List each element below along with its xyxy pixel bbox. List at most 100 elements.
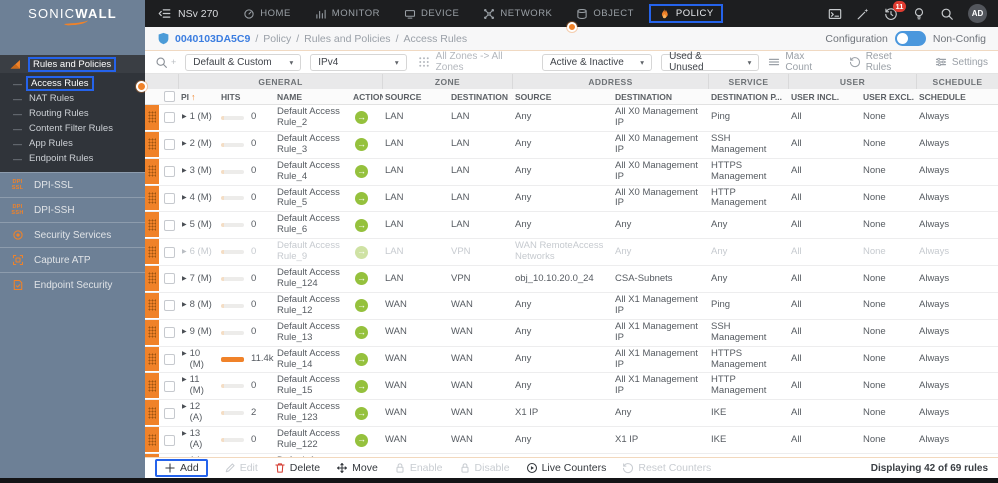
sidebar-item-security-services[interactable]: Security Services	[0, 222, 145, 247]
allow-action-icon[interactable]: →	[355, 191, 368, 205]
table-row[interactable]: ▶ 5 (M) 0 Default Access Rule_6 → LAN LAN Any An…	[145, 212, 998, 240]
nav-item-device[interactable]: DEVICE	[395, 5, 468, 23]
drag-handle[interactable]	[145, 185, 159, 212]
drag-handle[interactable]	[145, 158, 159, 185]
delete-button[interactable]: Delete	[274, 462, 320, 474]
column-header-schedule[interactable]: SCHEDULE	[917, 92, 998, 102]
drag-handle[interactable]	[145, 400, 159, 427]
table-row[interactable]: ▶ 10 (M) 11.4k Default Access Rule_14 → WAN WA…	[145, 346, 998, 374]
breadcrumb-part[interactable]: Rules and Policies	[304, 33, 390, 45]
expand-row-icon[interactable]: ▶	[182, 302, 187, 309]
sidebar-item-nat-rules[interactable]: — NAT Rules	[0, 91, 145, 106]
drag-handle[interactable]	[145, 131, 159, 158]
add-filter-icon[interactable]: +	[171, 57, 176, 67]
allow-action-icon[interactable]: →	[355, 433, 368, 447]
row-checkbox[interactable]	[163, 273, 175, 285]
row-checkbox[interactable]	[163, 192, 175, 204]
expand-row-icon[interactable]: ▶	[182, 168, 187, 175]
column-header-action[interactable]: ACTION	[351, 92, 383, 102]
zone-matrix-button[interactable]: All Zones -> All Zones	[416, 51, 533, 73]
column-header-name[interactable]: NAME	[275, 92, 351, 102]
state-filter-dropdown[interactable]: Active & Inactive ▾	[541, 53, 653, 71]
drag-handle[interactable]	[145, 239, 159, 266]
column-header-destination[interactable]: DESTINATION	[449, 92, 513, 102]
max-count-button[interactable]: Max Count	[768, 51, 831, 73]
allow-action-icon[interactable]: →	[355, 299, 368, 313]
allow-action-icon[interactable]: →	[355, 406, 368, 420]
breadcrumb-part[interactable]: Access Rules	[403, 33, 467, 45]
row-checkbox[interactable]	[163, 407, 175, 419]
bulb-icon[interactable]	[912, 7, 926, 21]
expand-row-icon[interactable]: ▶	[182, 222, 187, 229]
config-mode-toggle[interactable]	[894, 31, 926, 46]
sidebar-item-content-filter-rules[interactable]: — Content Filter Rules	[0, 121, 145, 136]
sidebar-item-app-rules[interactable]: — App Rules	[0, 136, 145, 151]
table-row[interactable]: ▶ 11 (M) 0 Default Access Rule_15 → WAN WAN Any…	[145, 373, 998, 401]
expand-row-icon[interactable]: ▶	[182, 276, 187, 283]
column-header-destination-p-[interactable]: DESTINATION P...	[709, 92, 789, 102]
allow-action-icon[interactable]: →	[355, 272, 368, 286]
nav-item-policy[interactable]: POLICY	[648, 4, 723, 23]
column-header-user-excl-[interactable]: USER EXCL.	[861, 92, 917, 102]
row-checkbox[interactable]	[163, 166, 175, 178]
breadcrumb-device-id[interactable]: 0040103DA5C9	[175, 33, 250, 45]
drag-handle[interactable]	[145, 346, 159, 373]
drag-handle[interactable]	[145, 292, 159, 319]
search-filter-icon[interactable]	[155, 56, 168, 69]
allow-action-icon[interactable]: →	[355, 111, 368, 125]
row-checkbox[interactable]	[163, 112, 175, 124]
terminal-icon[interactable]	[828, 7, 842, 21]
table-row[interactable]: ▶ 3 (M) 0 Default Access Rule_4 → LAN LAN Any Al…	[145, 158, 998, 186]
device-name[interactable]: NSv 270	[178, 8, 218, 20]
row-checkbox[interactable]	[163, 246, 175, 258]
column-header-hits[interactable]: HITS	[219, 92, 275, 102]
search-icon[interactable]	[940, 7, 954, 21]
drag-handle[interactable]	[145, 212, 159, 239]
sidebar-item-dpi-ssh[interactable]: DPI SSH DPI-SSH	[0, 197, 145, 222]
allow-action-icon[interactable]: →	[355, 326, 368, 340]
allow-action-icon[interactable]: →	[355, 138, 368, 152]
expand-row-icon[interactable]: ▶	[182, 141, 187, 148]
column-header-destination[interactable]: DESTINATION	[613, 92, 709, 102]
select-all-checkbox[interactable]	[163, 91, 175, 102]
nav-item-network[interactable]: NETWORK	[474, 5, 561, 23]
row-checkbox[interactable]	[163, 327, 175, 339]
expand-row-icon[interactable]: ▶	[182, 351, 187, 358]
reset-rules-button[interactable]: Reset Rules	[849, 51, 918, 73]
table-row[interactable]: ▶ 12 (A) 2 Default Access Rule_123 → WAN WAN X1…	[145, 400, 998, 428]
table-row[interactable]: ▶ 8 (M) 0 Default Access Rule_12 → WAN WAN Any A…	[145, 292, 998, 320]
allow-action-icon[interactable]: →	[355, 165, 368, 179]
sidebar-item-endpoint-security[interactable]: Endpoint Security	[0, 272, 145, 297]
nav-item-monitor[interactable]: MONITOR	[306, 5, 389, 23]
row-checkbox[interactable]	[163, 300, 175, 312]
sidebar-item-routing-rules[interactable]: — Routing Rules	[0, 106, 145, 121]
drag-handle[interactable]	[145, 105, 159, 131]
sort-asc-icon[interactable]: ↑	[191, 92, 196, 102]
expand-row-icon[interactable]: ▶	[182, 431, 187, 438]
sidebar-item-capture-atp[interactable]: Capture ATP	[0, 247, 145, 272]
row-checkbox[interactable]	[163, 354, 175, 366]
drag-handle[interactable]	[145, 427, 159, 453]
allow-action-icon[interactable]: →	[355, 245, 368, 259]
row-checkbox[interactable]	[163, 139, 175, 151]
row-checkbox[interactable]	[163, 380, 175, 392]
expand-row-icon[interactable]: ▶	[182, 249, 187, 256]
table-row[interactable]: ▶ 2 (M) 0 Default Access Rule_3 → LAN LAN Any Al…	[145, 131, 998, 159]
column-header-source[interactable]: SOURCE	[383, 92, 449, 102]
expand-row-icon[interactable]: ▶	[182, 114, 187, 121]
expand-row-icon[interactable]: ▶	[182, 404, 187, 411]
settings-button[interactable]: Settings	[935, 51, 988, 73]
column-header-pi[interactable]: PI ↑	[179, 92, 219, 102]
row-checkbox[interactable]	[163, 434, 175, 446]
breadcrumb-part[interactable]: Policy	[263, 33, 291, 45]
user-avatar[interactable]: AD	[968, 4, 987, 23]
sidebar-item-endpoint-rules[interactable]: — Endpoint Rules	[0, 151, 145, 166]
usage-filter-dropdown[interactable]: Used & Unused ▾	[661, 51, 760, 73]
allow-action-icon[interactable]: →	[355, 218, 368, 232]
column-header-user-incl-[interactable]: USER INCL.	[789, 92, 861, 102]
table-row[interactable]: ▶ 1 (M) 0 Default Access Rule_2 → LAN LAN Any Al…	[145, 105, 998, 132]
table-row[interactable]: ▶ 13 (A) 0 Default Access Rule_122 → WAN WAN An…	[145, 427, 998, 454]
add-button[interactable]: Add	[155, 459, 208, 477]
table-row[interactable]: ▶ 6 (M) 0 Default Access Rule_9 → LAN VPN WAN R…	[145, 239, 998, 267]
wand-icon[interactable]	[856, 7, 870, 21]
